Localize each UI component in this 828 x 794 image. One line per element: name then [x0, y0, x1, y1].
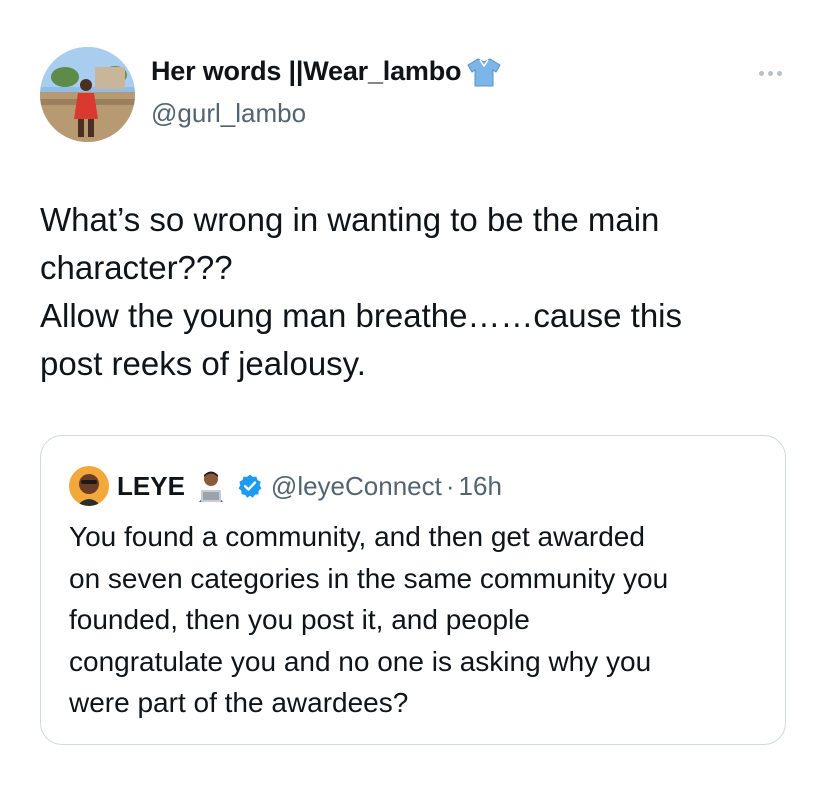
quoted-text-line: on seven categories in the same communit… — [69, 562, 669, 594]
quoted-tweet-text: You found a community, and then get awar… — [69, 516, 769, 724]
more-dot-icon — [767, 70, 773, 76]
separator-dot: · — [445, 470, 455, 501]
tweet-text-line: character??? — [40, 249, 233, 286]
author-avatar-photo — [40, 47, 135, 142]
tweet-text: What’s so wrong in wanting to be the mai… — [40, 196, 780, 388]
author-name-row[interactable]: Her words ||Wear_lambo — [151, 56, 501, 87]
quoted-tweet-header: LEYE @leyeConnect · 16h — [69, 466, 502, 506]
more-options-button[interactable] — [750, 58, 790, 88]
author-handle[interactable]: @gurl_lambo — [151, 98, 306, 129]
author-display-name[interactable]: Her words ||Wear_lambo — [151, 56, 462, 87]
quoted-text-line: were part of the awardees? — [69, 687, 409, 718]
verified-badge-icon — [237, 473, 263, 499]
quoted-author-handle[interactable]: @leyeConnect — [271, 471, 442, 502]
quoted-text-line: You found a community, and then get awar… — [69, 521, 645, 552]
tweet-text-line: Allow the young man breathe……cause this — [40, 297, 683, 334]
quoted-tweet-timestamp[interactable]: 16h — [459, 471, 502, 502]
author-avatar[interactable] — [40, 47, 135, 142]
quoted-text-line: congratulate you and no one is asking wh… — [69, 645, 652, 677]
tweet-text-line: post reeks of jealousy. — [40, 345, 366, 382]
shirt-icon — [467, 57, 501, 87]
quoted-author-avatar[interactable] — [69, 466, 109, 506]
more-dot-icon — [776, 70, 782, 76]
more-dot-icon — [758, 70, 764, 76]
technologist-icon — [193, 468, 229, 504]
tweet-text-line: What’s so wrong in wanting to be the mai… — [40, 201, 660, 238]
quoted-text-line: founded, then you post it, and people — [69, 604, 530, 635]
quoted-tweet-card[interactable]: LEYE @leyeConnect · 16h You found a comm… — [40, 435, 786, 745]
quoted-author-name[interactable]: LEYE — [117, 471, 185, 502]
